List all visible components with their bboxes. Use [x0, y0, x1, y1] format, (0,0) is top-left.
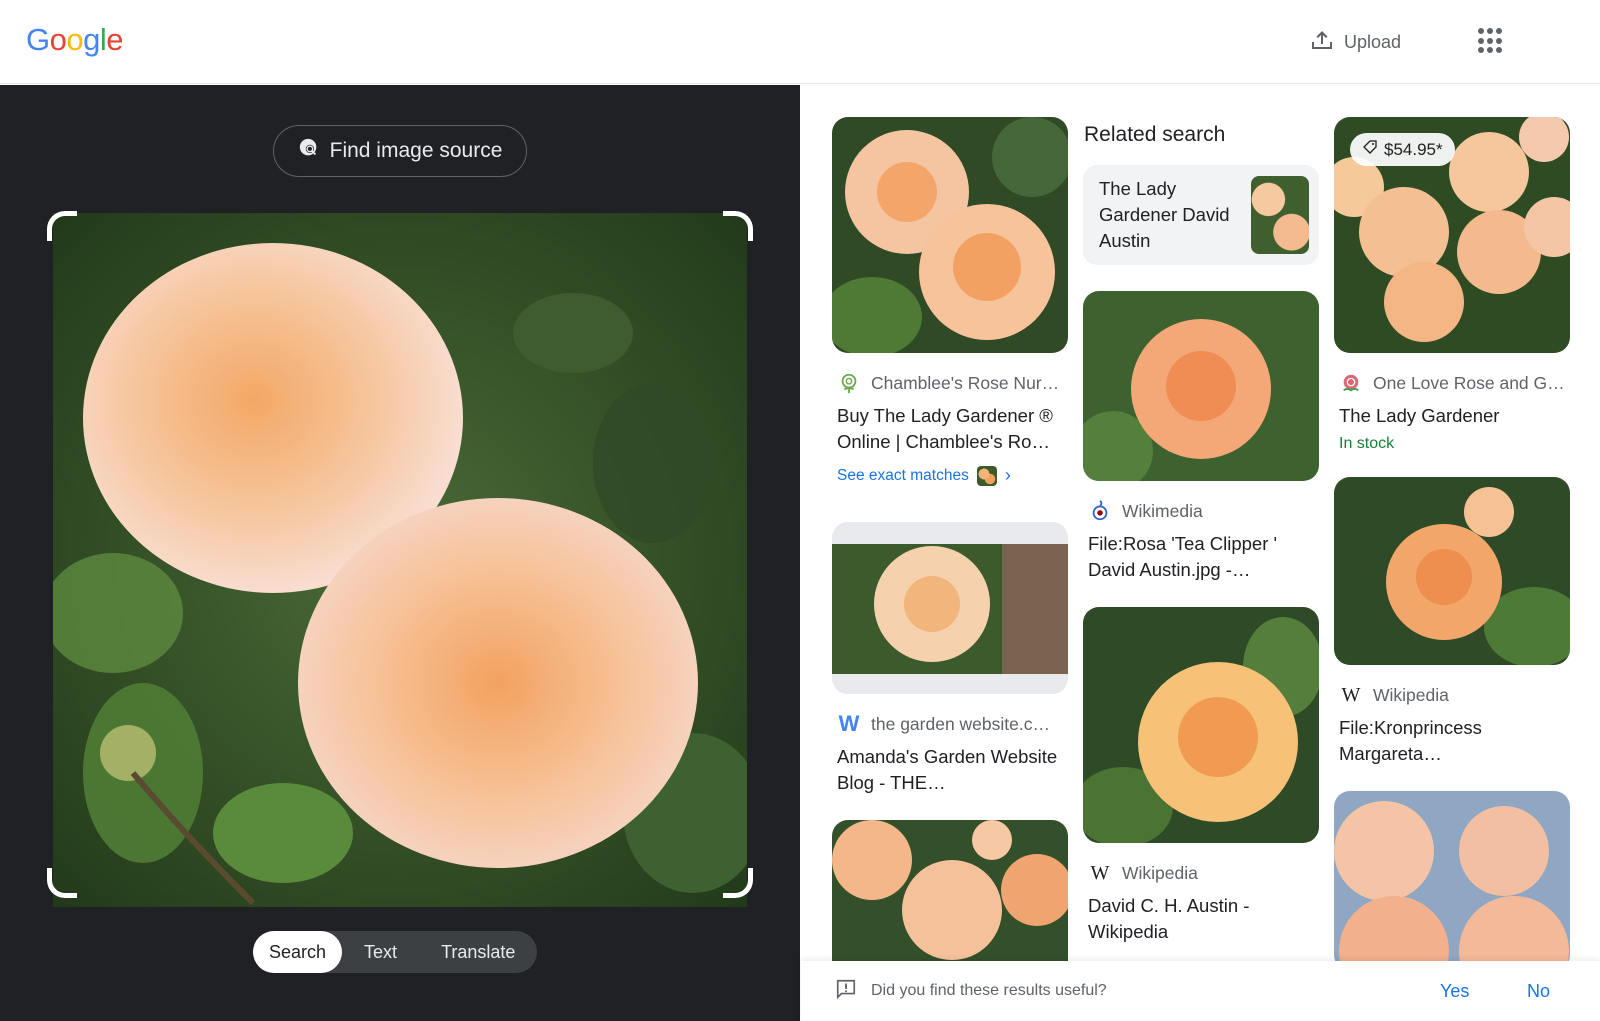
- google-logo[interactable]: Google: [26, 22, 124, 58]
- results-column-1: Chamblee's Rose Nur… Buy The Lady Garden…: [832, 117, 1068, 980]
- result-source[interactable]: Wikimedia: [1083, 499, 1319, 523]
- wikipedia-w-icon: W: [1090, 861, 1110, 884]
- result-thumbnail[interactable]: [832, 522, 1068, 694]
- see-exact-matches-link[interactable]: See exact matches ›: [832, 465, 1068, 486]
- related-search-heading: Related search: [1084, 123, 1226, 146]
- result-source-name: Chamblee's Rose Nur…: [871, 372, 1060, 393]
- related-search-chip[interactable]: The Lady Gardener David Austin: [1083, 165, 1319, 265]
- result-source-name: One Love Rose and G…: [1373, 372, 1565, 393]
- price-value: $54.95*: [1384, 139, 1443, 159]
- image-panel: Find image source Search Text Translate: [0, 85, 800, 1021]
- result-source[interactable]: W Wikipedia: [1083, 861, 1319, 885]
- weebly-w-icon: W: [838, 711, 860, 736]
- feedback-question: Did you find these results useful?: [871, 982, 1107, 999]
- header: Google Upload: [0, 0, 1600, 84]
- crop-handle-top-right[interactable]: [723, 211, 753, 241]
- result-source-name: Wikimedia: [1122, 500, 1203, 521]
- result-title[interactable]: David C. H. Austin - Wikipedia: [1083, 893, 1319, 945]
- crop-handle-bottom-right[interactable]: [723, 868, 753, 898]
- result-title[interactable]: Buy The Lady Gardener ® Online | Chamble…: [832, 403, 1068, 455]
- results-panel: Chamblee's Rose Nur… Buy The Lady Garden…: [801, 85, 1600, 1021]
- results-column-2: Related search The Lady Gardener David A…: [1083, 117, 1319, 945]
- image-search-icon: [298, 137, 320, 165]
- apps-grid-icon[interactable]: [1478, 28, 1504, 54]
- result-source-name: the garden website.c…: [871, 713, 1050, 734]
- result-source-name: Wikipedia: [1373, 684, 1449, 705]
- result-source[interactable]: W the garden website.c…: [832, 711, 1068, 736]
- result-source-name: Wikipedia: [1122, 862, 1198, 883]
- results-column-3: $54.95* One Love Rose and G… The Lady Ga…: [1334, 117, 1570, 971]
- logo-letter: o: [66, 22, 84, 57]
- query-image[interactable]: [53, 213, 747, 907]
- result-thumbnail[interactable]: $54.95*: [1334, 117, 1570, 353]
- price-badge: $54.95*: [1350, 133, 1455, 166]
- feedback-bar: Did you find these results useful? Yes N…: [801, 961, 1600, 1021]
- see-exact-matches-label: See exact matches: [837, 466, 969, 484]
- related-search-thumbnail: [1251, 176, 1309, 254]
- result-title[interactable]: File:Rosa 'Tea Clipper ' David Austin.jp…: [1083, 531, 1319, 583]
- result-source[interactable]: W Wikipedia: [1334, 683, 1570, 707]
- upload-label: Upload: [1344, 31, 1402, 52]
- result-thumbnail[interactable]: [832, 117, 1068, 353]
- lens-mode-tabs: Search Text Translate: [253, 931, 538, 973]
- logo-letter: o: [49, 22, 67, 57]
- result-thumbnail[interactable]: [1083, 291, 1319, 481]
- result-thumbnail[interactable]: [832, 820, 1068, 980]
- chevron-right-icon: ›: [1004, 465, 1011, 485]
- result-source[interactable]: One Love Rose and G…: [1334, 371, 1570, 395]
- logo-letter: G: [26, 22, 50, 57]
- find-image-source-label: Find image source: [329, 139, 503, 162]
- result-title[interactable]: Amanda's Garden Website Blog - THE…: [832, 744, 1068, 796]
- crop-handle-bottom-left[interactable]: [47, 868, 77, 898]
- stock-status: In stock: [1339, 435, 1395, 452]
- upload-button[interactable]: Upload: [1310, 26, 1401, 58]
- chamblees-rose-icon: [837, 371, 861, 395]
- result-title[interactable]: The Lady Gardener: [1334, 403, 1570, 429]
- wikimedia-icon: [1088, 499, 1112, 523]
- feedback-icon: [835, 978, 857, 1005]
- crop-handle-top-left[interactable]: [47, 211, 77, 241]
- tab-translate[interactable]: Translate: [419, 931, 537, 973]
- result-title[interactable]: File:Kronprincess Margareta…: [1334, 715, 1570, 767]
- related-search-query: The Lady Gardener David Austin: [1099, 178, 1230, 251]
- result-source[interactable]: Chamblee's Rose Nur…: [832, 371, 1068, 395]
- feedback-no-button[interactable]: No: [1527, 981, 1550, 1002]
- rose-icon: [1339, 371, 1363, 395]
- tag-icon: [1362, 139, 1378, 160]
- upload-icon: [1310, 28, 1334, 57]
- logo-letter: g: [83, 22, 100, 57]
- feedback-yes-button[interactable]: Yes: [1440, 981, 1469, 1002]
- result-thumbnail[interactable]: [1083, 607, 1319, 843]
- result-thumbnail[interactable]: [1334, 477, 1570, 665]
- exact-match-thumbnail: [976, 465, 997, 486]
- tab-search[interactable]: Search: [253, 931, 343, 973]
- wikipedia-w-icon: W: [1341, 683, 1361, 706]
- logo-letter: e: [106, 22, 124, 57]
- tab-text[interactable]: Text: [342, 931, 419, 973]
- find-image-source-button[interactable]: Find image source: [273, 125, 527, 177]
- result-thumbnail[interactable]: [1334, 791, 1570, 971]
